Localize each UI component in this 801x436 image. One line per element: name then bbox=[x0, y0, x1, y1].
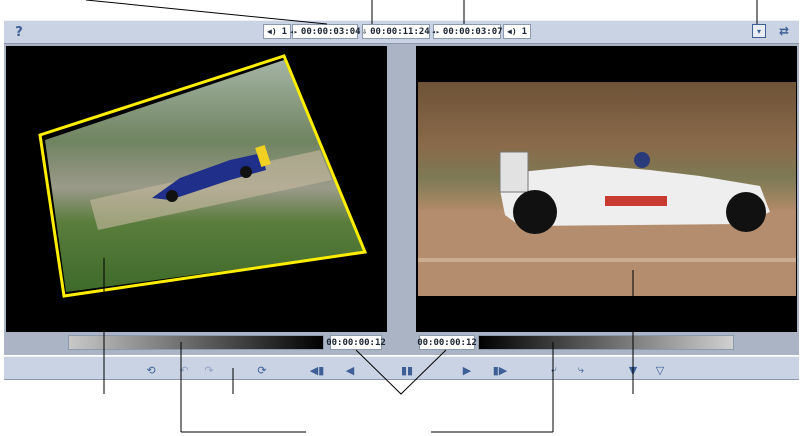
right-audio-channel-number: 1 bbox=[521, 26, 527, 37]
right-clip-timecode-value: 00:00:03:07 bbox=[442, 26, 503, 37]
filter-down-icon[interactable]: ▼ bbox=[624, 362, 642, 378]
loop-icon[interactable]: ⟲ bbox=[142, 362, 160, 378]
duration-timecode[interactable]: ⇩ 00:00:11:24 bbox=[362, 24, 430, 39]
left-clip-timecode[interactable]: ◂▸ 00:00:03:04 bbox=[289, 24, 361, 39]
mark-in-icon[interactable]: ⤶ bbox=[545, 362, 563, 378]
go-to-start-icon[interactable]: ◀▮ bbox=[308, 362, 326, 378]
step-forward-icon[interactable]: ▶ bbox=[458, 362, 476, 378]
left-clip-timecode-value: 00:00:03:04 bbox=[300, 26, 361, 37]
right-preview[interactable] bbox=[416, 46, 797, 332]
right-position-timecode[interactable]: 00:00:00:12 bbox=[417, 335, 477, 350]
left-audio-channel[interactable]: ◀) 1 bbox=[263, 24, 291, 39]
speaker-icon: ◀) bbox=[267, 27, 277, 36]
undo-icon[interactable]: ↶ bbox=[175, 362, 193, 378]
save-icon[interactable]: ▾ bbox=[752, 24, 766, 38]
left-audio-channel-number: 1 bbox=[281, 26, 287, 37]
speaker-icon: ◀) bbox=[507, 27, 517, 36]
right-scrub-bar[interactable] bbox=[478, 335, 734, 350]
swap-icon[interactable]: ⇄ bbox=[775, 23, 793, 39]
left-position-timecode[interactable]: 00:00:00:12 bbox=[326, 335, 386, 350]
play-center-icon[interactable]: ▮▮ bbox=[398, 362, 416, 378]
right-audio-channel[interactable]: ◀) 1 bbox=[503, 24, 531, 39]
go-to-end-icon[interactable]: ▮▶ bbox=[491, 362, 509, 378]
redo-icon[interactable]: ↷ bbox=[200, 362, 218, 378]
filter-up-icon[interactable]: ▽ bbox=[651, 362, 669, 378]
split-arrows-icon: ◂▸ bbox=[289, 27, 298, 36]
right-clip-timecode[interactable]: ◂▸ 00:00:03:07 bbox=[431, 24, 503, 39]
help-button[interactable]: ? bbox=[10, 22, 28, 42]
left-preview[interactable] bbox=[6, 46, 387, 332]
step-back-icon[interactable]: ◀ bbox=[341, 362, 359, 378]
mark-out-icon[interactable]: ⤷ bbox=[572, 362, 590, 378]
duration-timecode-value: 00:00:11:24 bbox=[370, 26, 430, 37]
split-arrows-icon: ◂▸ bbox=[431, 27, 440, 36]
left-scrub-bar[interactable] bbox=[68, 335, 324, 350]
duration-icon: ⇩ bbox=[362, 27, 368, 36]
play-loop-icon[interactable]: ⟳ bbox=[253, 362, 271, 378]
